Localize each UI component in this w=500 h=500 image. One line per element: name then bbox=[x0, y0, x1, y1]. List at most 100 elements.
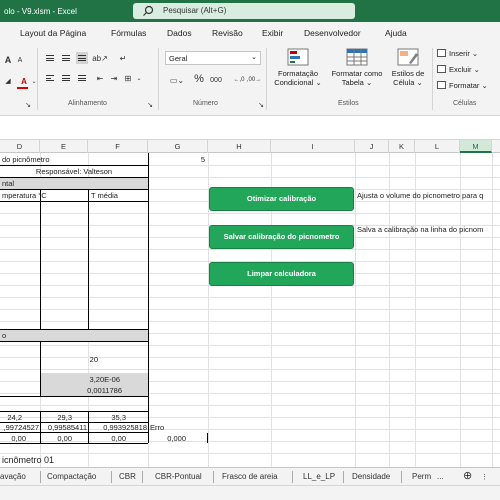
tab-layout[interactable]: Layout da Página bbox=[20, 28, 86, 38]
cell-styles-label-2: Célula bbox=[393, 78, 415, 87]
search-placeholder: Pesquisar (Alt+G) bbox=[163, 6, 227, 15]
cell-d-000: 0,00 bbox=[11, 434, 26, 443]
number-format-select[interactable]: Geral ⌄ bbox=[165, 51, 261, 65]
sheet-tab-densidade[interactable]: Densidade bbox=[352, 472, 390, 481]
align-center-icon[interactable] bbox=[60, 72, 72, 84]
col-header-j[interactable]: J bbox=[355, 140, 389, 153]
format-as-table-button[interactable]: Formatar como Tabela ⌄ bbox=[328, 48, 386, 87]
increase-indent-icon[interactable]: ⇥ bbox=[108, 72, 120, 84]
decrease-indent-icon[interactable]: ⇤ bbox=[94, 72, 106, 84]
sheet-tab-cbr-pontual[interactable]: CBR-Pontual bbox=[155, 472, 202, 481]
sheet-tab-ll-e-lp[interactable]: LL_e_LP bbox=[303, 472, 335, 481]
tab-exibir[interactable]: Exibir bbox=[262, 28, 283, 38]
cell-styles-button[interactable]: Estilos de Célula ⌄ bbox=[386, 48, 430, 87]
group-label-alignment: Alinhamento bbox=[68, 100, 107, 107]
cell-styles-label-1: Estilos de bbox=[391, 69, 425, 78]
status-bar bbox=[0, 485, 500, 500]
font-color-dropdown-icon[interactable]: ⌄ bbox=[28, 75, 40, 87]
cell-f-000: 0,00 bbox=[111, 434, 126, 443]
chevron-down-icon: ⌄ bbox=[251, 54, 257, 61]
font-dialog-launcher-icon[interactable]: ↘ bbox=[22, 99, 34, 111]
tab-formulas[interactable]: Fórmulas bbox=[111, 28, 146, 38]
thousands-separator-button[interactable]: 000 bbox=[208, 74, 224, 86]
group-label-number: Número bbox=[193, 100, 218, 107]
cell-e-000: 0,00 bbox=[57, 434, 72, 443]
search-box[interactable]: Pesquisar (Alt+G) bbox=[133, 3, 355, 19]
col-header-i[interactable]: I bbox=[271, 140, 355, 153]
percent-button[interactable]: % bbox=[193, 73, 205, 85]
insert-icon bbox=[437, 49, 446, 57]
format-button[interactable]: Formatar ⌄ bbox=[437, 81, 488, 90]
cell-section-ntal: ntal bbox=[2, 179, 15, 188]
tab-ajuda[interactable]: Ajuda bbox=[385, 28, 407, 38]
align-right-icon[interactable] bbox=[76, 72, 88, 84]
format-as-table-icon bbox=[346, 48, 368, 66]
sheet-tab-cbr[interactable]: CBR bbox=[119, 472, 136, 481]
format-table-label-2: Tabela bbox=[341, 78, 364, 87]
cell-g-000: 0,000 bbox=[167, 434, 186, 443]
otimizar-calibracao-button[interactable]: Otimizar calibração bbox=[209, 187, 354, 211]
merge-dropdown-icon[interactable]: ⌄ bbox=[133, 72, 145, 84]
col-header-d[interactable]: D bbox=[0, 140, 40, 153]
sheet-tab-gravacao[interactable]: avação bbox=[0, 472, 26, 481]
column-headers: D E F G H I J K L M bbox=[0, 140, 500, 153]
tab-dados[interactable]: Dados bbox=[167, 28, 192, 38]
cond-format-label-1: Formatação bbox=[277, 69, 319, 78]
format-icon bbox=[437, 81, 446, 89]
cell-erro: Erro bbox=[150, 423, 165, 432]
cell-section-o: o bbox=[2, 331, 7, 340]
font-size-up-icon[interactable]: A bbox=[2, 54, 14, 66]
sheet-tab-perm[interactable]: Perm bbox=[412, 472, 431, 481]
salvar-calibracao-button[interactable]: Salvar calibração do picnometro bbox=[209, 225, 354, 249]
align-bottom-icon[interactable] bbox=[76, 52, 88, 64]
sheet-options-icon[interactable]: ⋮ bbox=[481, 473, 488, 481]
sheet-tabs-more[interactable]: ... bbox=[437, 472, 444, 481]
increase-decimal-icon[interactable]: ←,0 bbox=[232, 74, 246, 86]
align-left-icon[interactable] bbox=[44, 72, 56, 84]
conditional-formatting-button[interactable]: Formatação Condicional ⌄ bbox=[270, 48, 326, 87]
align-middle-icon[interactable] bbox=[60, 52, 72, 64]
tab-desenvolvedor[interactable]: Desenvolvedor bbox=[304, 28, 361, 38]
insert-button[interactable]: Inserir ⌄ bbox=[437, 49, 478, 58]
tab-revisao[interactable]: Revisão bbox=[212, 28, 243, 38]
alignment-dialog-launcher-icon[interactable]: ↘ bbox=[144, 99, 156, 111]
decrease-decimal-icon[interactable]: ,00→ bbox=[247, 74, 261, 86]
cell-f-993: 0,993925818 bbox=[103, 423, 147, 432]
sheet-tab-frasco-de-areia[interactable]: Frasco de areia bbox=[222, 472, 278, 481]
cell-g1: 5 bbox=[200, 155, 205, 164]
col-header-e[interactable]: E bbox=[40, 140, 88, 153]
cond-format-label-2: Condicional bbox=[274, 78, 314, 87]
orientation-icon[interactable]: ab↗ bbox=[92, 52, 108, 64]
format-table-label-1: Formatar como bbox=[331, 69, 383, 78]
currency-icon[interactable]: ▭⌄ bbox=[168, 74, 186, 86]
cell-header-temperatura: mperatura °C bbox=[2, 191, 47, 200]
limpar-calculadora-button[interactable]: Limpar calculadora bbox=[209, 262, 354, 286]
cell-styles-icon bbox=[397, 48, 419, 66]
note-otimizar: Ajusta o volume do picnometro para q bbox=[357, 191, 484, 200]
col-header-h[interactable]: H bbox=[208, 140, 271, 153]
font-size-down-icon[interactable]: A bbox=[14, 54, 26, 66]
note-salvar: Salva a calibração na linha do picnom bbox=[357, 225, 484, 234]
ribbon: A A ◢ A ⌄ ↘ ab↗ ↵ ⇤ ⇥ ⊞ ⌄ Alinhamento ↘ … bbox=[0, 44, 500, 116]
col-header-k[interactable]: K bbox=[389, 140, 415, 153]
title-bar: olo - V9.xlsm - Excel Pesquisar (Alt+G) bbox=[0, 0, 500, 22]
add-sheet-icon[interactable]: ⊕ bbox=[463, 469, 472, 482]
font-color-bar bbox=[17, 87, 28, 89]
col-header-l[interactable]: L bbox=[415, 140, 460, 153]
conditional-formatting-icon bbox=[287, 48, 309, 66]
col-header-f[interactable]: F bbox=[88, 140, 148, 153]
cell-header-tmedia: T média bbox=[91, 191, 118, 200]
align-top-icon[interactable] bbox=[44, 52, 56, 64]
fill-color-icon[interactable]: ◢ bbox=[2, 75, 14, 87]
worksheet-grid[interactable]: do picnômetro 5 Responsável: Valteson nt… bbox=[0, 153, 500, 467]
group-label-cells: Células bbox=[453, 100, 477, 107]
col-header-g[interactable]: G bbox=[148, 140, 208, 153]
sheet-tab-compactacao[interactable]: Compactação bbox=[47, 472, 96, 481]
col-header-m[interactable]: M bbox=[460, 140, 492, 153]
excel-window: olo - V9.xlsm - Excel Pesquisar (Alt+G) … bbox=[0, 0, 500, 500]
cell-value-20: 20 bbox=[89, 355, 98, 364]
search-icon bbox=[143, 5, 154, 16]
delete-button[interactable]: Excluir ⌄ bbox=[437, 65, 480, 74]
formula-bar[interactable] bbox=[0, 116, 500, 140]
wrap-text-icon[interactable]: ↵ bbox=[117, 52, 129, 64]
